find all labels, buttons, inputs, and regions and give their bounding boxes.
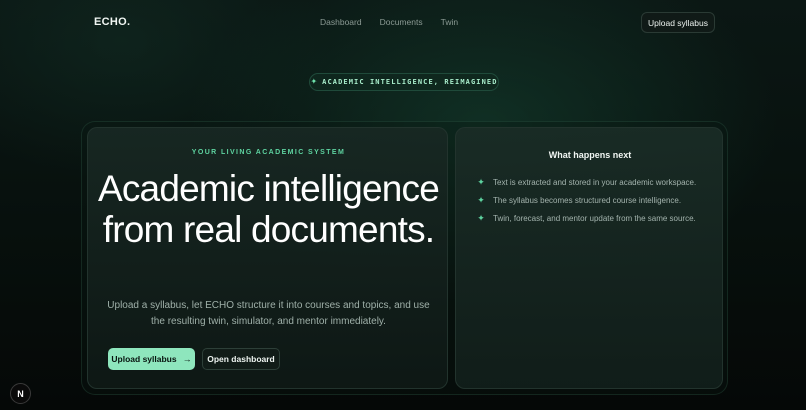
nav-upload-syllabus-button[interactable]: Upload syllabus	[641, 12, 715, 33]
what-happens-next-card: What happens next ✦ Text is extracted an…	[455, 127, 723, 389]
sparkle-icon: ✦	[477, 176, 485, 187]
badge-text: ACADEMIC INTELLIGENCE, REIMAGINED	[322, 78, 498, 86]
hero-card: YOUR LIVING ACADEMIC SYSTEM Academic int…	[87, 127, 448, 389]
step-text: Text is extracted and stored in your aca…	[493, 177, 697, 187]
nav-links: Dashboard Documents Twin	[320, 17, 458, 27]
top-nav: ECHO. Dashboard Documents Twin Upload sy…	[0, 0, 806, 46]
step-text: Twin, forecast, and mentor update from t…	[493, 213, 696, 223]
arrow-right-icon: →	[182, 353, 192, 364]
hero-eyebrow: YOUR LIVING ACADEMIC SYSTEM	[191, 149, 346, 156]
dev-tools-badge[interactable]: N	[10, 383, 31, 404]
sparkle-icon: ✦	[310, 77, 318, 86]
upload-syllabus-label: Upload syllabus	[111, 354, 177, 364]
steps-list: ✦ Text is extracted and stored in your a…	[476, 173, 696, 227]
list-item: ✦ Text is extracted and stored in your a…	[476, 173, 696, 191]
nav-link-documents[interactable]: Documents	[380, 17, 423, 27]
hero-badge: ✦ ACADEMIC INTELLIGENCE, REIMAGINED	[309, 73, 499, 91]
nav-link-dashboard[interactable]: Dashboard	[320, 17, 362, 27]
step-text: The syllabus becomes structured course i…	[493, 195, 682, 205]
open-dashboard-button[interactable]: Open dashboard	[202, 348, 280, 370]
upload-syllabus-button[interactable]: Upload syllabus →	[108, 348, 195, 370]
hero-subcopy: Upload a syllabus, let ECHO structure it…	[107, 300, 430, 327]
landing-page: ECHO. Dashboard Documents Twin Upload sy…	[0, 0, 806, 410]
list-item: ✦ The syllabus becomes structured course…	[476, 191, 696, 209]
nav-link-twin[interactable]: Twin	[441, 17, 458, 27]
hero-headline: Academic intelligence from real document…	[97, 168, 440, 250]
list-item: ✦ Twin, forecast, and mentor update from…	[476, 209, 696, 227]
logo[interactable]: ECHO.	[94, 16, 130, 28]
sparkle-icon: ✦	[477, 194, 485, 205]
side-title: What happens next	[548, 150, 632, 160]
sparkle-icon: ✦	[477, 212, 485, 223]
